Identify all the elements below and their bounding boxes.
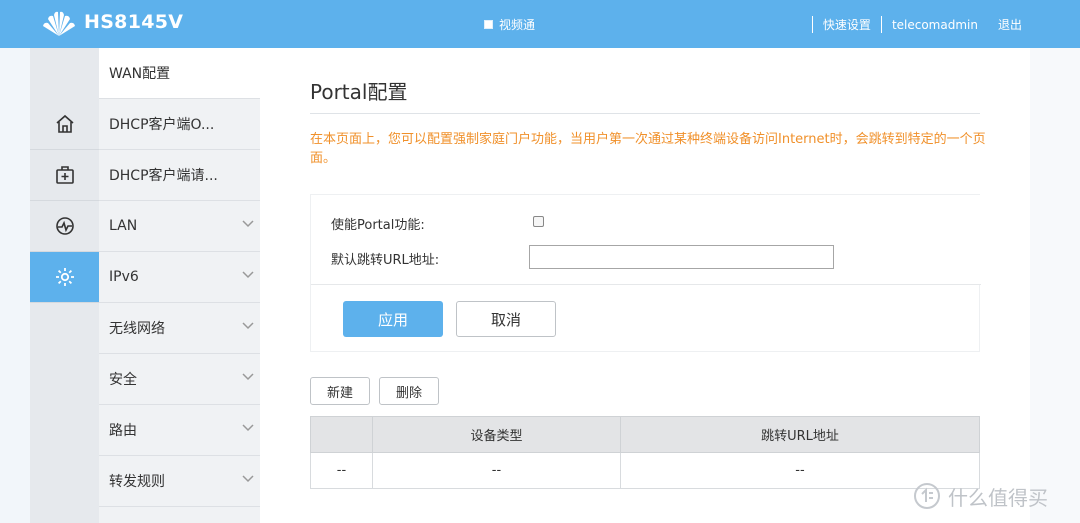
sidebar-item-wan[interactable]: WAN配置 — [99, 48, 260, 99]
quick-setup-link[interactable]: 快速设置 — [823, 16, 871, 33]
table-cell-device-type: -- — [372, 452, 621, 489]
enable-portal-label: 使能Portal功能: — [331, 218, 425, 233]
username-link[interactable]: telecomadmin — [892, 18, 978, 32]
sidebar-item-dhcp-option[interactable]: DHCP客户端O... — [99, 99, 260, 150]
sidebar-item-label: 路由 — [109, 423, 137, 439]
sidebar-item-label: WAN配置 — [109, 66, 171, 82]
video-checkbox-icon[interactable] — [484, 20, 493, 29]
delete-button[interactable]: 删除 — [379, 377, 439, 405]
smzdm-logo-icon — [914, 483, 940, 509]
header-divider — [811, 16, 813, 33]
device-model: HS8145V — [84, 11, 184, 33]
form-fields: 使能Portal功能: 默认跳转URL地址: — [311, 195, 981, 285]
chevron-down-icon — [242, 424, 254, 432]
gear-icon — [55, 268, 74, 286]
portal-table: 设备类型 跳转URL地址 -- -- -- — [310, 416, 980, 489]
chevron-down-icon — [242, 271, 254, 279]
sidebar-item-label: 无线网络 — [109, 321, 165, 337]
default-url-input[interactable] — [529, 245, 834, 269]
sidebar-item-label: DHCP客户端O... — [109, 117, 215, 133]
rail-item-home[interactable] — [30, 99, 99, 150]
rail-item-settings[interactable] — [30, 252, 99, 303]
rail-item-status[interactable] — [30, 201, 99, 252]
portal-form: 使能Portal功能: 默认跳转URL地址: 应用 取消 — [310, 194, 981, 352]
sidebar-item-label: DHCP客户端请... — [109, 168, 218, 184]
home-icon — [55, 114, 74, 133]
monitor-icon — [55, 217, 74, 235]
logout-link[interactable]: 退出 — [998, 16, 1022, 33]
sidebar-item-label: 安全 — [109, 372, 137, 388]
chevron-down-icon — [242, 373, 254, 381]
sidebar-item-wireless[interactable]: 无线网络 — [99, 303, 260, 354]
title-divider — [310, 113, 980, 114]
form-divider — [311, 284, 981, 285]
video-label: 视频通 — [499, 18, 536, 32]
table-cell-select: -- — [310, 452, 373, 489]
icon-rail — [30, 48, 99, 523]
header-divider — [880, 16, 882, 33]
apply-button[interactable]: 应用 — [343, 301, 443, 337]
sidebar-item-dhcp-request[interactable]: DHCP客户端请... — [99, 150, 260, 201]
top-header: HS8145V 视频通 快速设置 telecomadmin 退出 — [0, 0, 1080, 48]
table-header-device-type: 设备类型 — [372, 416, 621, 453]
video-toggle[interactable]: 视频通 — [484, 16, 535, 33]
cancel-button[interactable]: 取消 — [456, 301, 556, 337]
table-header-select — [310, 416, 373, 453]
chevron-down-icon — [242, 475, 254, 483]
enable-portal-checkbox[interactable] — [533, 216, 544, 227]
rail-item-diagnose[interactable] — [30, 150, 99, 201]
new-button[interactable]: 新建 — [310, 377, 370, 405]
watermark: 什么值得买 — [912, 481, 1048, 511]
table-header-url: 跳转URL地址 — [620, 416, 980, 453]
table-row[interactable]: -- -- -- — [310, 452, 980, 489]
sidebar-item-security[interactable]: 安全 — [99, 354, 260, 405]
header-actions: 快速设置 telecomadmin 退出 — [802, 16, 1022, 33]
page-title: Portal配置 — [310, 80, 408, 104]
sidebar-item-label: IPv6 — [109, 269, 139, 285]
huawei-logo-icon — [43, 11, 75, 37]
chevron-down-icon — [242, 322, 254, 330]
sidebar-item-label: 转发规则 — [109, 474, 165, 490]
sidebar-item-label: LAN — [109, 218, 138, 234]
sidebar-item-lan[interactable]: LAN — [99, 201, 260, 252]
page-description: 在本页面上，您可以配置强制家庭门户功能，当用户第一次通过某种终端设备访问Inte… — [310, 132, 986, 166]
sidebar-menu: WAN配置 DHCP客户端O... DHCP客户端请... LAN IPv6 无… — [99, 48, 260, 523]
sidebar-item-ipv6[interactable]: IPv6 — [99, 252, 260, 303]
default-url-label: 默认跳转URL地址: — [331, 253, 440, 268]
main-content: Portal配置 在本页面上，您可以配置强制家庭门户功能，当用户第一次通过某种终… — [260, 48, 1030, 523]
right-margin — [1030, 48, 1080, 523]
table-header-row: 设备类型 跳转URL地址 — [310, 416, 980, 453]
watermark-text: 什么值得买 — [948, 485, 1048, 510]
medkit-icon — [55, 166, 74, 184]
sidebar-item-route[interactable]: 路由 — [99, 405, 260, 456]
chevron-down-icon — [242, 220, 254, 228]
sidebar-item-forward-rules[interactable]: 转发规则 — [99, 456, 260, 507]
